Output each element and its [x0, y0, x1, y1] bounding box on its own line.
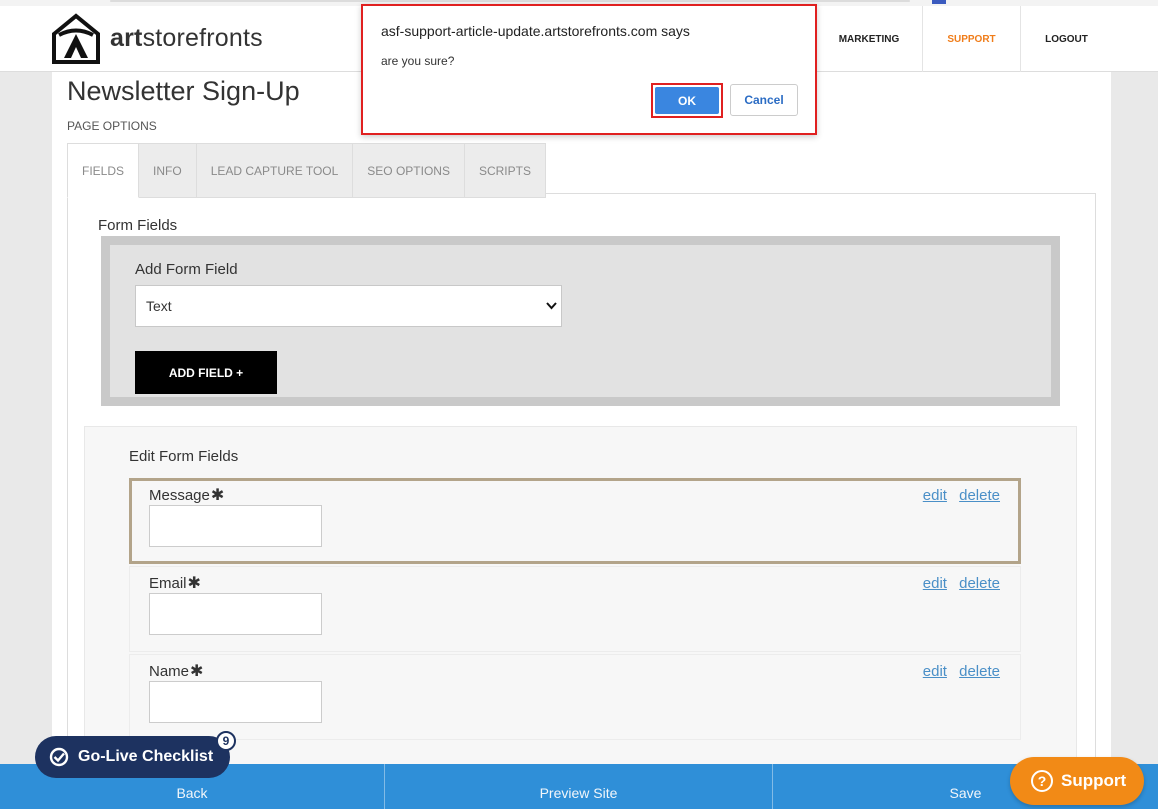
- artstorefronts-logo-icon[interactable]: [50, 12, 102, 66]
- preview-site-button[interactable]: Preview Site: [385, 764, 773, 809]
- brand-bold: art: [110, 24, 143, 52]
- edit-link[interactable]: edit: [923, 575, 947, 592]
- form-field-actions: edit delete: [915, 575, 1000, 592]
- brand-rest: storefronts: [142, 24, 263, 52]
- edit-form-fields-heading: Edit Form Fields: [129, 448, 239, 465]
- nav-support[interactable]: SUPPORT: [922, 6, 1020, 72]
- delete-link[interactable]: delete: [959, 487, 1000, 504]
- form-field-row-email[interactable]: Email✱ edit delete: [129, 566, 1021, 652]
- extension-icon: [932, 0, 946, 4]
- required-asterisk-icon: ✱: [210, 487, 225, 504]
- support-widget-button[interactable]: ? Support: [1010, 757, 1144, 805]
- add-form-field-inner: Add Form Field Text ADD FIELD +: [110, 245, 1051, 397]
- chevron-down-icon: [546, 302, 557, 310]
- brand-name[interactable]: artstorefronts: [110, 24, 263, 53]
- address-bar-edge: [110, 0, 910, 2]
- main-panel: Newsletter Sign-Up PAGE OPTIONS FIELDS I…: [52, 72, 1111, 793]
- form-fields-heading: Form Fields: [98, 217, 178, 234]
- ok-button[interactable]: OK: [655, 87, 719, 114]
- field-type-select-value: Text: [146, 298, 172, 314]
- checklist-count-badge: 9: [216, 731, 236, 751]
- form-field-row-name[interactable]: Name✱ edit delete: [129, 654, 1021, 740]
- dialog-title: asf-support-article-update.artstorefront…: [381, 23, 690, 39]
- required-asterisk-icon: ✱: [187, 575, 201, 592]
- form-field-preview-input: [149, 593, 322, 635]
- nav-marketing[interactable]: MARKETING: [816, 6, 922, 72]
- question-circle-icon: ?: [1031, 770, 1053, 792]
- check-circle-icon: [49, 747, 69, 767]
- form-field-name: Email: [149, 575, 187, 592]
- confirm-dialog: asf-support-article-update.artstorefront…: [361, 4, 817, 135]
- required-asterisk-icon: ✱: [190, 663, 204, 680]
- support-widget-label: Support: [1061, 771, 1127, 790]
- tab-seo-options[interactable]: SEO OPTIONS: [353, 143, 465, 198]
- add-field-button[interactable]: ADD FIELD +: [135, 351, 277, 394]
- tab-divider: [522, 193, 1095, 194]
- form-field-name: Message: [149, 487, 210, 504]
- form-field-name: Name: [149, 663, 190, 680]
- go-live-checklist-label: Go-Live Checklist: [78, 748, 214, 765]
- dialog-message: are you sure?: [381, 54, 455, 68]
- field-type-select[interactable]: Text: [135, 285, 562, 327]
- form-field-label: Email✱: [149, 573, 201, 593]
- tab-scripts[interactable]: SCRIPTS: [464, 143, 546, 198]
- add-form-field-box: Add Form Field Text ADD FIELD +: [101, 236, 1060, 406]
- delete-link[interactable]: delete: [959, 575, 1000, 592]
- form-field-label: Message✱: [149, 485, 224, 505]
- tab-fields[interactable]: FIELDS: [67, 143, 140, 198]
- form-field-preview-input: [149, 681, 322, 723]
- add-form-field-label: Add Form Field: [135, 261, 238, 278]
- page-tabs: FIELDS INFO LEAD CAPTURE TOOL SEO OPTION…: [67, 143, 546, 199]
- edit-link[interactable]: edit: [923, 663, 947, 680]
- delete-link[interactable]: delete: [959, 663, 1000, 680]
- tab-lead-capture-tool[interactable]: LEAD CAPTURE TOOL: [196, 143, 354, 198]
- form-field-actions: edit delete: [915, 487, 1000, 504]
- nav-logout[interactable]: LOGOUT: [1020, 6, 1112, 72]
- cancel-button[interactable]: Cancel: [730, 84, 798, 116]
- form-field-row-message[interactable]: Message✱ edit delete: [129, 478, 1021, 564]
- go-live-checklist-button[interactable]: Go-Live Checklist: [35, 736, 230, 778]
- page-options-label: PAGE OPTIONS: [67, 119, 157, 133]
- form-field-preview-input: [149, 505, 322, 547]
- form-field-actions: edit delete: [915, 663, 1000, 680]
- page-title: Newsletter Sign-Up: [67, 76, 300, 106]
- form-field-label: Name✱: [149, 661, 203, 681]
- edit-link[interactable]: edit: [923, 487, 947, 504]
- tab-info[interactable]: INFO: [139, 143, 197, 198]
